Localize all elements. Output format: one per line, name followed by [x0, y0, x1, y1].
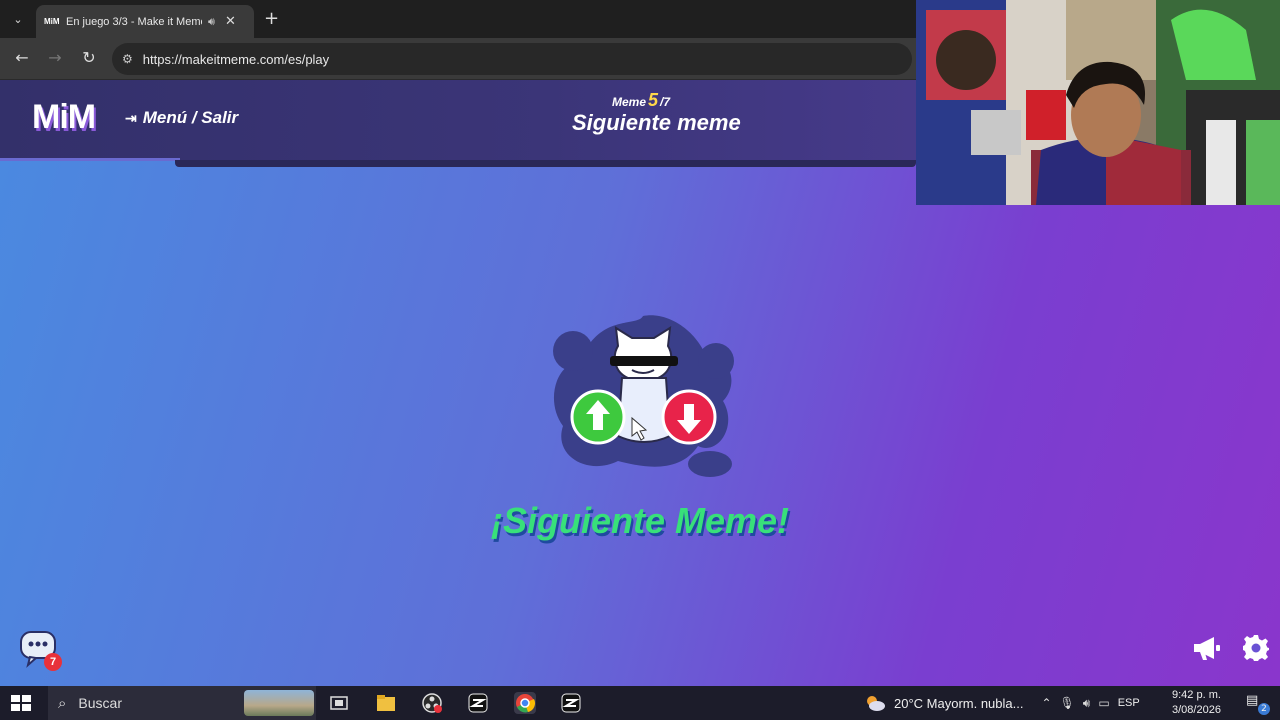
downvote-arrow-icon [661, 389, 717, 445]
chrome-icon[interactable] [514, 692, 536, 714]
search-label: Buscar [78, 695, 122, 711]
language-indicator[interactable]: ESP [1118, 697, 1140, 709]
close-icon[interactable]: ✕ [225, 14, 236, 29]
search-highlight-image [244, 690, 314, 716]
weather-text[interactable]: 20°C Mayorm. nubla... [894, 696, 1023, 711]
notifications-icon[interactable]: ▤ 2 [1246, 693, 1270, 715]
capcut-icon[interactable] [560, 692, 582, 714]
reload-icon[interactable]: ↻ [78, 48, 100, 67]
megaphone-icon[interactable] [1192, 634, 1222, 662]
back-arrow-icon[interactable]: ← [11, 48, 33, 67]
exit-icon: ⇥ [125, 109, 137, 126]
header-title: Siguiente meme [572, 110, 741, 135]
task-view-icon[interactable] [328, 692, 350, 714]
chevron-up-icon[interactable]: ⌃ [1041, 696, 1051, 710]
network-icon[interactable]: ▭ [1098, 696, 1109, 710]
search-icon: ⌕ [58, 694, 67, 712]
meme-counter-current: 5 [648, 90, 659, 110]
browser-tab[interactable]: MiM En juego 3/3 - Make it Meme 🔊︎ ✕ [36, 5, 254, 38]
tab-favicon: MiM [44, 17, 60, 26]
next-meme-banner: ¡Siguiente Meme! [490, 500, 790, 541]
clock-date: 3/08/2026 [1172, 704, 1221, 716]
microphone-icon[interactable]: 🎙︎ [1060, 696, 1075, 710]
meme-counter: Meme 5 /7 [612, 90, 670, 111]
progress-bar [0, 158, 180, 161]
game-header: MiM ⇥ Menú / Salir Meme 5 /7 Siguiente m… [0, 80, 916, 160]
speaker-icon[interactable]: 🔊︎ [208, 15, 215, 29]
tab-search-dropdown-icon[interactable]: ⌄ [6, 8, 30, 30]
cat-mascot-icon [553, 315, 734, 477]
weather-icon[interactable] [864, 694, 886, 712]
gear-icon[interactable] [1242, 634, 1270, 662]
tab-title: En juego 3/3 - Make it Meme [66, 15, 202, 28]
header-divider [175, 160, 916, 167]
chat-badge: 7 [44, 653, 62, 671]
game-logo[interactable]: MiM [32, 98, 96, 137]
taskbar: ⌕ Buscar 20°C Mayorm. nubla... ⌃ 🎙︎ 🔊︎ ▭… [0, 686, 1280, 720]
url-text[interactable]: https://makeitmeme.com/es/play [143, 52, 329, 67]
file-explorer-icon[interactable] [375, 692, 397, 714]
meme-counter-total: /7 [660, 95, 671, 109]
meme-counter-prefix: Meme [612, 95, 647, 109]
address-bar[interactable]: ⚙︎ https://makeitmeme.com/es/play [112, 43, 912, 75]
forward-arrow-icon[interactable]: → [44, 48, 66, 67]
notification-count: 2 [1258, 703, 1270, 715]
upvote-arrow-icon [570, 389, 626, 445]
clock[interactable]: 9:42 p. m. 3/08/2026 [1172, 688, 1221, 718]
webcam-overlay [916, 0, 1280, 205]
clock-time: 9:42 p. m. [1172, 689, 1221, 701]
menu-exit-button[interactable]: ⇥ Menú / Salir [125, 108, 238, 128]
obs-icon[interactable] [421, 692, 443, 714]
volume-icon[interactable]: 🔊︎ [1083, 696, 1091, 711]
browser-toolbar: ← → ↻ ⚙︎ https://makeitmeme.com/es/play [0, 38, 916, 80]
taskbar-search[interactable]: ⌕ Buscar [48, 686, 316, 720]
menu-exit-label: Menú / Salir [142, 108, 239, 127]
capcut-icon[interactable] [467, 692, 489, 714]
windows-start-icon[interactable] [10, 694, 32, 712]
plus-icon[interactable]: + [264, 8, 279, 30]
system-tray: 20°C Mayorm. nubla... ⌃ 🎙︎ 🔊︎ ▭ ESP [864, 686, 1140, 720]
chat-button[interactable]: 7 [18, 629, 62, 671]
site-settings-icon[interactable]: ⚙︎ [122, 52, 133, 66]
browser-tab-bar: ⌄ MiM En juego 3/3 - Make it Meme 🔊︎ ✕ + [0, 0, 916, 38]
